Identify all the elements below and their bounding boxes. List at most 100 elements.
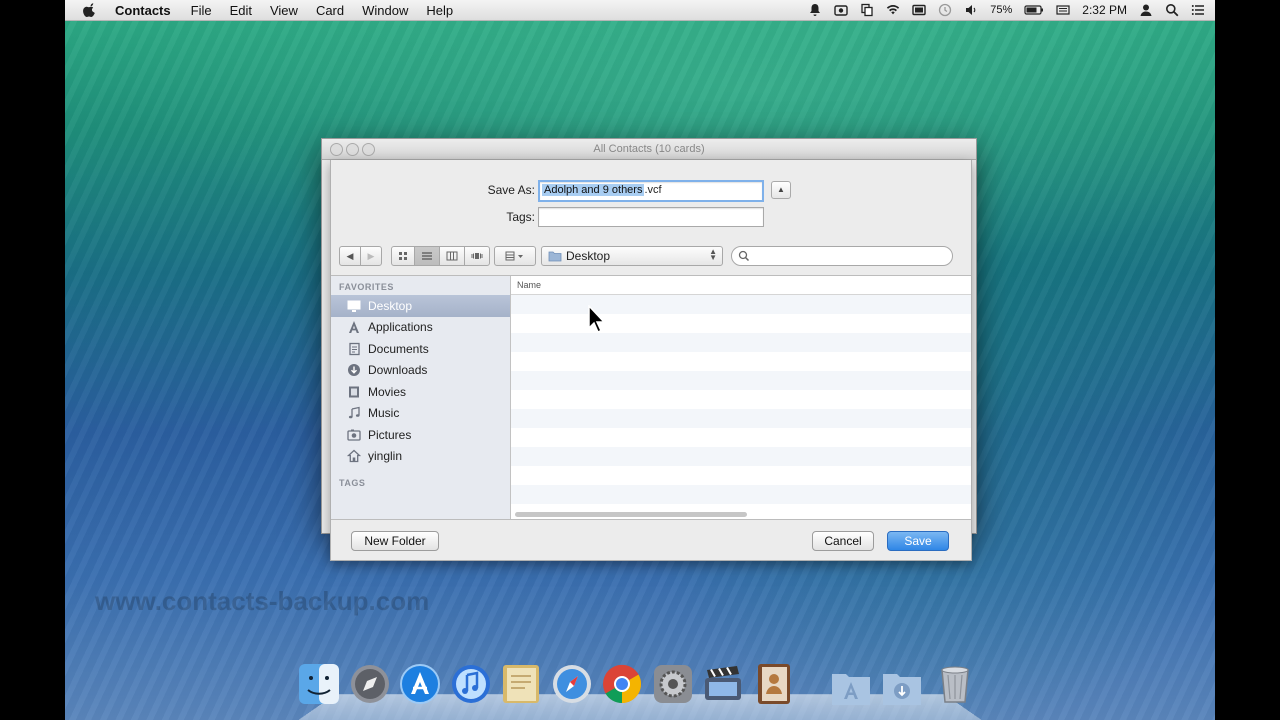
menu-bar: Contacts File Edit View Card Window Help… <box>65 0 1215 21</box>
save-as-label: Save As: <box>487 183 535 197</box>
sidebar-item-label: Pictures <box>368 427 412 442</box>
column-view-button[interactable] <box>439 246 465 266</box>
filename-extension: .vcf <box>644 184 662 196</box>
minimize-window-button[interactable] <box>346 143 359 156</box>
time-machine-icon[interactable] <box>938 3 952 17</box>
menu-app-contacts[interactable]: Contacts <box>115 3 171 18</box>
sidebar-item-desktop[interactable]: Desktop <box>331 295 510 317</box>
window-titlebar: All Contacts (10 cards) <box>322 139 976 160</box>
column-view-icon <box>446 251 458 261</box>
trash-icon[interactable] <box>933 662 977 706</box>
list-row[interactable] <box>511 466 971 485</box>
itunes-icon[interactable] <box>449 662 493 706</box>
applications-folder-icon[interactable] <box>829 666 873 710</box>
sidebar-item-downloads[interactable]: Downloads <box>331 360 510 382</box>
chrome-icon[interactable] <box>600 662 644 706</box>
camera-icon[interactable] <box>834 3 848 17</box>
sidebar-item-applications[interactable]: Applications <box>331 317 510 339</box>
menu-file[interactable]: File <box>191 3 212 18</box>
documents-icon <box>349 342 360 355</box>
save-button[interactable]: Save <box>887 531 949 551</box>
watermark-text: www.contacts-backup.com <box>95 586 430 616</box>
list-row[interactable] <box>511 314 971 333</box>
menu-window[interactable]: Window <box>362 3 408 18</box>
wifi-icon[interactable] <box>886 3 900 17</box>
safari-icon[interactable] <box>550 662 594 706</box>
arrange-icon <box>505 251 523 261</box>
system-preferences-icon[interactable] <box>651 662 695 706</box>
finder-icon[interactable] <box>297 662 341 706</box>
filename-selection: Adolph and 9 others <box>542 184 645 196</box>
forward-button[interactable]: ▶ <box>360 246 382 266</box>
volume-icon[interactable] <box>964 3 978 17</box>
list-row[interactable] <box>511 295 971 314</box>
list-row[interactable] <box>511 447 971 466</box>
search-icon <box>738 250 750 262</box>
battery-percent[interactable]: 75% <box>990 4 1012 16</box>
folder-icon <box>548 251 562 262</box>
display-icon[interactable] <box>912 3 926 17</box>
new-folder-button[interactable]: New Folder <box>351 531 439 551</box>
clock[interactable]: 2:32 PM <box>1082 3 1127 17</box>
applications-icon <box>349 321 359 334</box>
app-store-icon[interactable] <box>398 662 442 706</box>
list-view-icon <box>422 252 432 260</box>
notification-bell-icon[interactable] <box>808 3 822 17</box>
notes-icon[interactable] <box>499 662 543 706</box>
menu-help[interactable]: Help <box>426 3 453 18</box>
list-view-button[interactable] <box>414 246 440 266</box>
sidebar-item-label: Documents <box>368 341 429 356</box>
icon-view-icon <box>399 252 407 260</box>
sidebar-item-label: Downloads <box>368 363 428 378</box>
imovie-icon[interactable] <box>701 662 745 706</box>
list-row[interactable] <box>511 371 971 390</box>
filename-field[interactable]: Adolph and 9 others .vcf <box>538 180 764 202</box>
menu-edit[interactable]: Edit <box>230 3 252 18</box>
sidebar-item-label: Movies <box>368 384 407 399</box>
apple-icon[interactable] <box>83 3 97 17</box>
menu-card[interactable]: Card <box>316 3 344 18</box>
keyboard-input-icon[interactable] <box>1056 3 1070 17</box>
contacts-icon[interactable] <box>752 662 796 706</box>
sidebar-item-movies[interactable]: Movies <box>331 381 510 403</box>
location-popup[interactable]: Desktop ▲ ▼ <box>541 246 723 266</box>
downloads-folder-icon[interactable] <box>880 666 924 710</box>
battery-icon[interactable] <box>1024 3 1044 17</box>
cover-flow-button[interactable] <box>464 246 490 266</box>
tags-field[interactable] <box>538 207 764 227</box>
menu-view[interactable]: View <box>270 3 298 18</box>
list-row[interactable] <box>511 409 971 428</box>
launchpad-icon[interactable] <box>348 662 392 706</box>
horizontal-scrollbar[interactable] <box>515 512 747 517</box>
expand-panel-button[interactable]: ▲ <box>771 181 791 199</box>
zoom-window-button[interactable] <box>362 143 375 156</box>
file-list[interactable]: Name <box>511 276 971 519</box>
back-button[interactable]: ◀ <box>339 246 361 266</box>
close-window-button[interactable] <box>330 143 343 156</box>
sidebar-item-label: Applications <box>368 320 433 335</box>
sidebar-item-music[interactable]: Music <box>331 403 510 425</box>
window-title: All Contacts (10 cards) <box>593 143 705 155</box>
arrange-button[interactable] <box>494 246 536 266</box>
list-row[interactable] <box>511 352 971 371</box>
list-row[interactable] <box>511 390 971 409</box>
browser-toolbar: ◀ ▶ Desktop ▲ ▼ <box>331 240 971 274</box>
list-row[interactable] <box>511 428 971 447</box>
search-field[interactable] <box>731 246 953 266</box>
sidebar-item-yinglin[interactable]: yinglin <box>331 446 510 468</box>
spotlight-search-icon[interactable] <box>1165 3 1179 17</box>
column-header-name[interactable]: Name <box>511 276 971 295</box>
user-icon[interactable] <box>1139 3 1153 17</box>
dock <box>297 660 983 720</box>
sidebar-item-pictures[interactable]: Pictures <box>331 424 510 446</box>
notification-center-icon[interactable] <box>1191 3 1205 17</box>
copy-icon[interactable] <box>860 3 874 17</box>
file-browser: FAVORITES Desktop Applications Documents <box>331 275 971 520</box>
cancel-button[interactable]: Cancel <box>812 531 874 551</box>
status-area: 75% 2:32 PM <box>808 0 1205 20</box>
sidebar-item-documents[interactable]: Documents <box>331 338 510 360</box>
list-row[interactable] <box>511 485 971 504</box>
save-sheet: Save As: Adolph and 9 others .vcf ▲ Tags:… <box>330 160 972 561</box>
list-row[interactable] <box>511 333 971 352</box>
icon-view-button[interactable] <box>391 246 415 266</box>
